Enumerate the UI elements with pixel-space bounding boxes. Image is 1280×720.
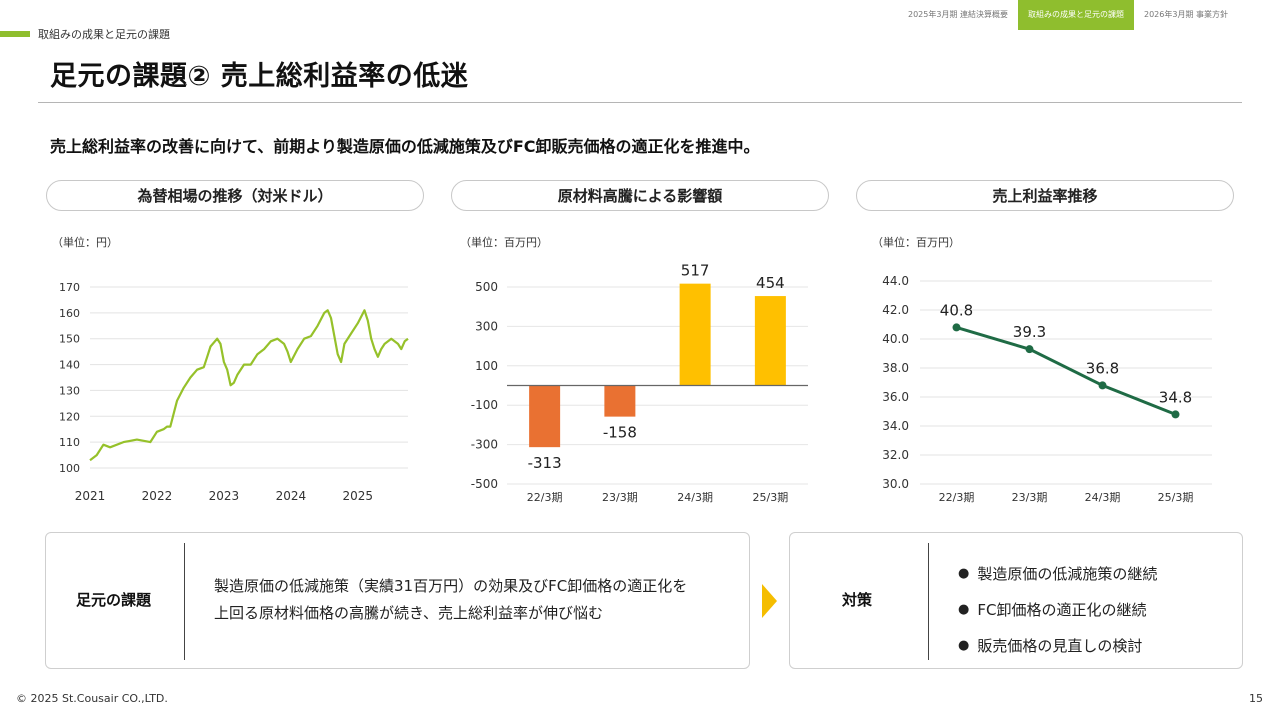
measures-heading: 対策: [842, 591, 873, 609]
y-tick-label: 44.0: [882, 274, 909, 288]
y-tick-label: 140: [59, 359, 80, 372]
top-nav: 2025年3月期 連結決算概要 取組みの成果と足元の課題 2026年3月期 事業…: [898, 0, 1238, 30]
lead-text: 売上総利益率の改善に向けて、前期より製造原価の低減施策及びFC卸販売価格の適正化…: [50, 137, 760, 156]
measure-text: 販売価格の見直しの検討: [977, 636, 1143, 655]
y-tick-label: 100: [59, 462, 80, 475]
y-tick-label: 130: [59, 384, 80, 397]
x-tick-label: 25/3期: [1158, 491, 1194, 504]
x-tick-label: 2024: [276, 489, 307, 503]
margin-series-line: [956, 325, 1177, 416]
issue-box: 足元の課題 製造原価の低減施策（実績31百万円）の効果及びFC卸価格の適正化を …: [45, 532, 750, 669]
y-tick-label: 120: [59, 410, 80, 423]
y-tick-label: 34.0: [882, 419, 909, 433]
material-impact-chart: 500 300 100 -100 -300 -500 -313 22/3期 -158 23/3期 5…: [471, 262, 808, 504]
y-tick-label: -500: [471, 477, 498, 491]
y-tick-label: 100: [475, 359, 498, 373]
measure-text: 製造原価の低減施策の継続: [977, 564, 1158, 583]
y-tick-label: 110: [59, 436, 80, 449]
measure-item: ● FC卸価格の適正化の継続: [958, 591, 1157, 627]
x-tick-label: 2022: [142, 489, 173, 503]
y-tick-label: 300: [475, 319, 498, 333]
data-label: 36.8: [1086, 359, 1119, 377]
y-tick-label: 38.0: [882, 361, 909, 375]
y-tick-label: 42.0: [882, 303, 909, 317]
measure-item: ● 販売価格の見直しの検討: [958, 627, 1157, 663]
issue-heading: 足元の課題: [76, 591, 152, 609]
bar: [679, 283, 711, 386]
x-tick-label: 23/3期: [602, 491, 638, 504]
data-point: [1171, 410, 1180, 419]
data-point: [952, 323, 961, 332]
y-tick-label: 40.0: [882, 332, 909, 346]
bar: [754, 296, 786, 386]
margin-chart-title: 売上利益率推移: [856, 180, 1234, 211]
nav-tab-policy[interactable]: 2026年3月期 事業方針: [1134, 0, 1238, 30]
data-label: 34.8: [1159, 388, 1192, 406]
y-tick-label: 500: [475, 280, 498, 294]
material-unit-label: （単位：百万円）: [460, 236, 548, 249]
nav-tab-issues[interactable]: 取組みの成果と足元の課題: [1018, 0, 1134, 30]
x-tick-label: 22/3期: [939, 491, 975, 504]
y-tick-label: 32.0: [882, 448, 909, 462]
fx-chart: 170 160 150 140 130 120 110 100 2021 2022 2023 2024…: [59, 281, 409, 503]
measure-text: FC卸価格の適正化の継続: [977, 600, 1147, 619]
y-tick-label: 36.0: [882, 390, 909, 404]
right-arrow-icon: [762, 584, 777, 618]
y-tick-label: -300: [471, 438, 498, 452]
data-label: 39.3: [1013, 323, 1046, 341]
measures-divider: [928, 543, 929, 660]
fx-series-line: [89, 309, 409, 462]
x-tick-label: 2021: [75, 489, 106, 503]
x-tick-label: 25/3期: [753, 491, 789, 504]
y-tick-label: 160: [59, 307, 80, 320]
margin-chart: 44.0 42.0 40.0 38.0 36.0 34.0 32.0 30.0 40.8 22/3…: [882, 274, 1212, 504]
issue-text: 製造原価の低減施策（実績31百万円）の効果及びFC卸価格の適正化を 上回る原材料…: [214, 573, 687, 627]
x-tick-label: 24/3期: [677, 491, 713, 504]
page-number: 15: [1249, 692, 1263, 705]
fx-unit-label: （単位：円）: [52, 236, 118, 249]
issue-divider: [184, 543, 185, 660]
data-label: 517: [681, 262, 710, 280]
y-tick-label: -100: [471, 398, 498, 412]
data-label: -313: [528, 454, 562, 472]
measures-box: 対策 ● 製造原価の低減施策の継続 ● FC卸価格の適正化の継続 ● 販売価格の見直し…: [789, 532, 1243, 669]
x-tick-label: 22/3期: [527, 491, 563, 504]
data-label: 454: [756, 274, 785, 292]
x-tick-label: 23/3期: [1012, 491, 1048, 504]
y-tick-label: 150: [59, 333, 80, 346]
data-label: -158: [603, 424, 637, 442]
issue-line: 上回る原材料価格の高騰が続き、売上総利益率が伸び悩む: [214, 604, 603, 622]
copyright: © 2025 St.Cousair CO.,LTD.: [16, 692, 168, 705]
measure-item: ● 製造原価の低減施策の継続: [958, 555, 1157, 591]
nav-tab-results[interactable]: 2025年3月期 連結決算概要: [898, 0, 1018, 30]
x-tick-label: 2023: [209, 489, 240, 503]
data-label: 40.8: [940, 301, 973, 319]
page-title: 足元の課題② 売上総利益率の低迷: [50, 61, 469, 92]
margin-unit-label: （単位：百万円）: [872, 236, 960, 249]
data-point: [1025, 345, 1034, 354]
title-divider: [38, 102, 1242, 103]
material-chart-title: 原材料高騰による影響額: [451, 180, 829, 211]
x-tick-label: 24/3期: [1085, 491, 1121, 504]
measures-list: ● 製造原価の低減施策の継続 ● FC卸価格の適正化の継続 ● 販売価格の見直しの検討: [958, 555, 1157, 663]
bullet-icon: ●: [958, 637, 970, 653]
fx-chart-title: 為替相場の推移（対米ドル）: [46, 180, 424, 211]
section-accent-bar: [0, 31, 30, 37]
bar: [604, 385, 636, 417]
bar: [529, 385, 561, 448]
bullet-icon: ●: [958, 565, 970, 581]
y-tick-label: 170: [59, 281, 80, 294]
x-tick-label: 2025: [343, 489, 374, 503]
bullet-icon: ●: [958, 601, 970, 617]
y-tick-label: 30.0: [882, 477, 909, 491]
data-point: [1098, 381, 1107, 390]
issue-line: 製造原価の低減施策（実績31百万円）の効果及びFC卸価格の適正化を: [214, 577, 688, 595]
section-label: 取組みの成果と足元の課題: [38, 28, 170, 41]
